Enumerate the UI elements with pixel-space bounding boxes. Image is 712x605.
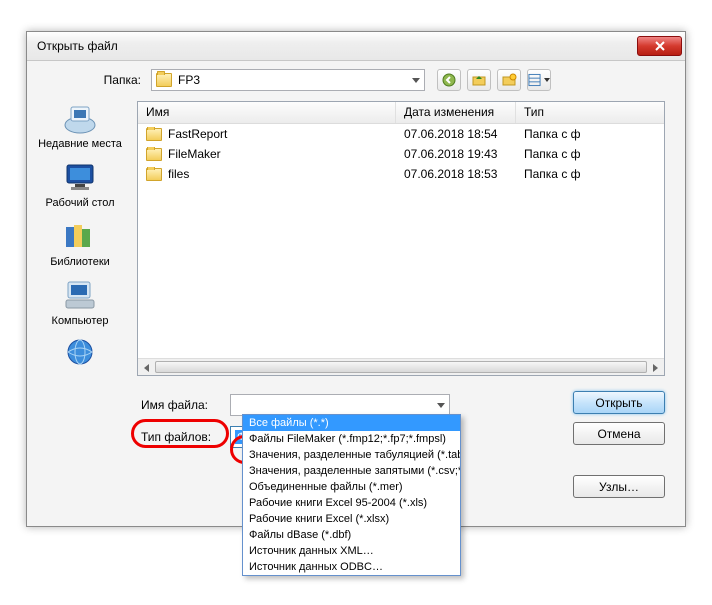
file-list-header[interactable]: Имя Дата изменения Тип: [138, 102, 664, 124]
scroll-right-arrow[interactable]: [647, 359, 664, 376]
dialog-title: Открыть файл: [37, 39, 118, 53]
folder-label: Папка:: [99, 73, 141, 87]
libraries-icon: [61, 219, 99, 253]
folder-icon: [146, 148, 162, 161]
column-header-type[interactable]: Тип: [516, 102, 664, 123]
filetype-option[interactable]: Рабочие книги Excel 95-2004 (*.xls): [243, 495, 460, 511]
sidebar-item-libraries[interactable]: Библиотеки: [35, 219, 125, 268]
filetype-option[interactable]: Источник данных XML…: [243, 543, 460, 559]
file-date: 07.06.2018 18:53: [396, 167, 516, 181]
titlebar[interactable]: Открыть файл: [27, 32, 685, 61]
hosts-button[interactable]: Узлы…: [573, 475, 665, 498]
file-row[interactable]: FastReport 07.06.2018 18:54Папка с ф: [138, 124, 664, 144]
folder-icon: [146, 128, 162, 141]
filetype-option[interactable]: Объединенные файлы (*.mer): [243, 479, 460, 495]
view-button[interactable]: [527, 69, 551, 91]
sidebar-item-network[interactable]: [35, 337, 125, 374]
filename-label: Имя файла:: [137, 398, 230, 412]
folder-value: FP3: [178, 73, 200, 87]
filetype-option[interactable]: Значения, разделенные табуляцией (*.tab;…: [243, 447, 460, 463]
file-name: FileMaker: [168, 147, 221, 161]
sidebar-item-recent[interactable]: Недавние места: [35, 101, 125, 150]
horizontal-scrollbar[interactable]: [138, 358, 664, 375]
file-type: Папка с ф: [516, 127, 664, 141]
column-header-name[interactable]: Имя: [138, 102, 396, 123]
sidebar-item-label: Рабочий стол: [45, 197, 114, 209]
file-type: Папка с ф: [516, 147, 664, 161]
file-name: FastReport: [168, 127, 227, 141]
view-icon: [528, 73, 541, 87]
close-icon: [654, 40, 666, 52]
file-type: Папка с ф: [516, 167, 664, 181]
cancel-button[interactable]: Отмена: [573, 422, 665, 445]
file-name: files: [168, 167, 189, 181]
folder-combo[interactable]: FP3: [151, 69, 425, 91]
desktop-icon: [61, 160, 99, 194]
filename-input[interactable]: [230, 394, 450, 416]
file-date: 07.06.2018 19:43: [396, 147, 516, 161]
network-icon: [61, 337, 99, 371]
folder-icon: [146, 168, 162, 181]
new-folder-button[interactable]: [497, 69, 521, 91]
column-header-date[interactable]: Дата изменения: [396, 102, 516, 123]
places-sidebar: Недавние места Рабочий стол Библиотеки К…: [35, 101, 125, 374]
file-row[interactable]: FileMaker 07.06.2018 19:43Папка с ф: [138, 144, 664, 164]
sidebar-item-desktop[interactable]: Рабочий стол: [35, 160, 125, 209]
up-button[interactable]: [467, 69, 491, 91]
sidebar-item-computer[interactable]: Компьютер: [35, 278, 125, 327]
computer-icon: [61, 278, 99, 312]
filetype-option[interactable]: Рабочие книги Excel (*.xlsx): [243, 511, 460, 527]
filetype-option[interactable]: Все файлы (*.*): [243, 415, 460, 431]
file-row[interactable]: files 07.06.2018 18:53Папка с ф: [138, 164, 664, 184]
folder-icon: [156, 73, 172, 87]
file-date: 07.06.2018 18:54: [396, 127, 516, 141]
filetype-option[interactable]: Значения, разделенные запятыми (*.csv;*.…: [243, 463, 460, 479]
sidebar-item-label: Компьютер: [52, 315, 109, 327]
filetype-dropdown[interactable]: Все файлы (*.*)Файлы FileMaker (*.fmp12;…: [242, 414, 461, 576]
filetype-option[interactable]: Файлы FileMaker (*.fmp12;*.fp7;*.fmpsl): [243, 431, 460, 447]
back-icon: [441, 72, 457, 88]
close-button[interactable]: [637, 36, 682, 56]
file-list: Имя Дата изменения Тип FastReport 07.06.2…: [137, 101, 665, 376]
filetype-option[interactable]: Файлы dBase (*.dbf): [243, 527, 460, 543]
filetype-label: Тип файлов:: [137, 430, 230, 444]
up-folder-icon: [471, 72, 487, 88]
nav-toolbar: [437, 69, 551, 91]
chevron-down-icon: [412, 78, 420, 83]
sidebar-item-label: Библиотеки: [50, 256, 110, 268]
chevron-down-icon: [544, 78, 550, 82]
new-folder-icon: [501, 72, 517, 88]
sidebar-item-label: Недавние места: [38, 138, 122, 150]
filetype-option[interactable]: Источник данных ODBC…: [243, 559, 460, 575]
open-button[interactable]: Открыть: [573, 391, 665, 414]
recent-places-icon: [61, 101, 99, 135]
scroll-left-arrow[interactable]: [138, 359, 155, 376]
chevron-down-icon: [437, 403, 445, 408]
scroll-thumb[interactable]: [155, 361, 647, 373]
back-button[interactable]: [437, 69, 461, 91]
